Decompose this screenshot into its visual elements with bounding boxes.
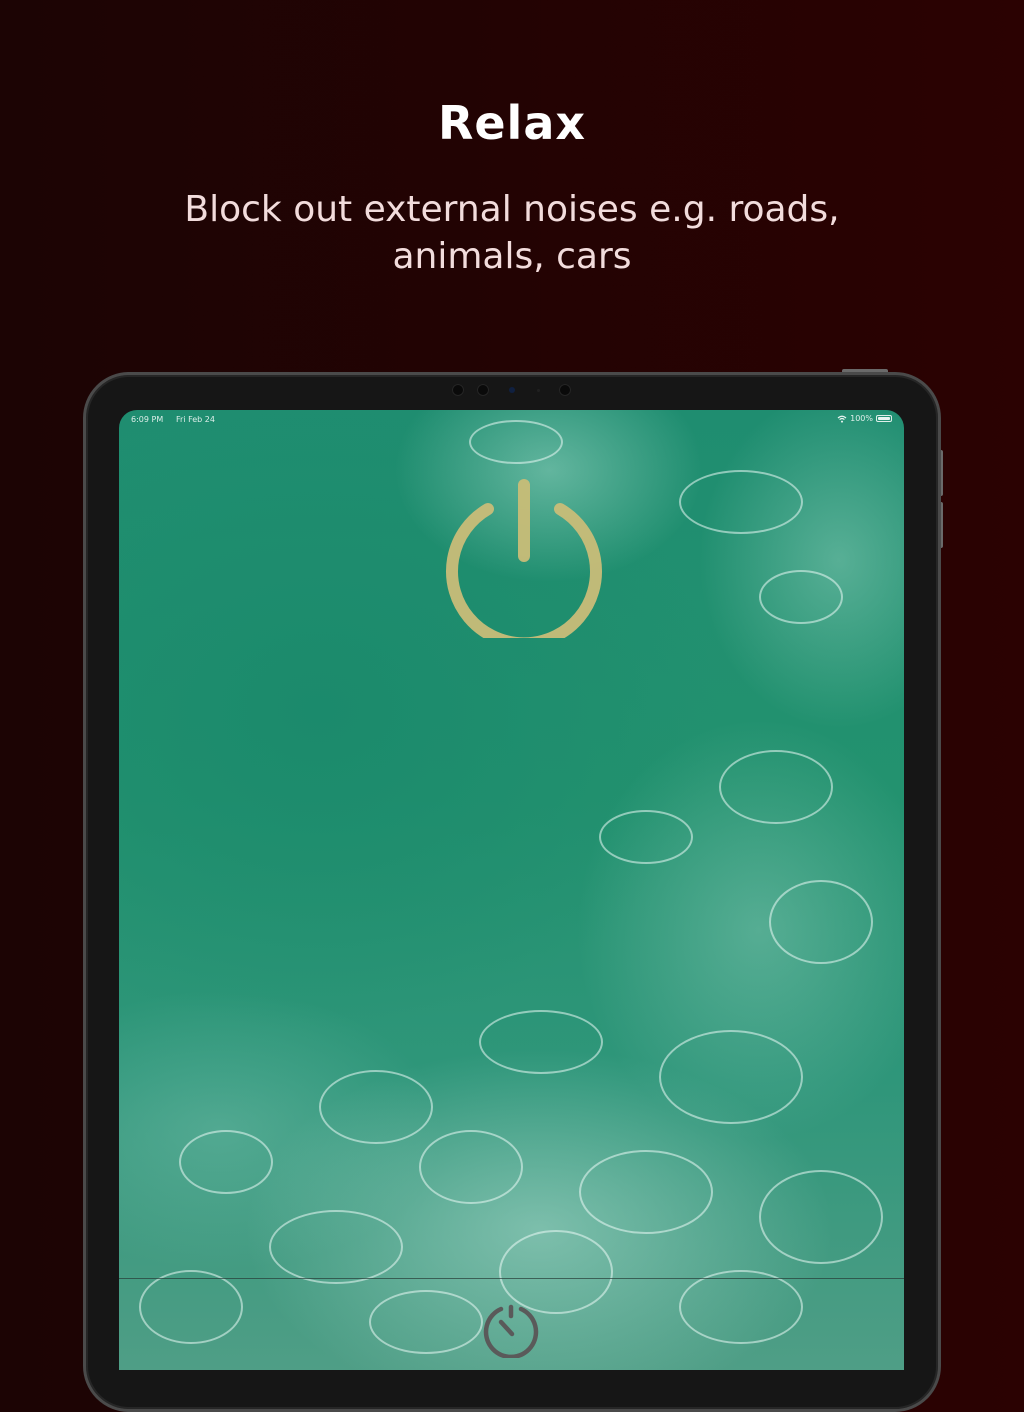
wave-foam <box>179 1130 273 1194</box>
battery-percent: 100% <box>850 414 873 423</box>
power-icon[interactable] <box>444 478 604 638</box>
wave-foam <box>719 750 833 824</box>
bottom-bar-divider <box>119 1278 904 1279</box>
sensor-dot <box>559 384 571 396</box>
wave-foam <box>679 1270 803 1344</box>
wave-foam <box>579 1150 713 1234</box>
wifi-icon <box>837 415 847 423</box>
sensor-dot <box>452 384 464 396</box>
wave-foam <box>269 1210 403 1284</box>
sensor-dot <box>477 384 489 396</box>
status-bar: 6:09 PM Fri Feb 24 100% <box>119 413 904 427</box>
status-right: 100% <box>837 414 892 423</box>
device-screen: 6:09 PM Fri Feb 24 100% <box>119 410 904 1370</box>
sensor-dot <box>537 389 540 392</box>
timer-icon[interactable] <box>481 1298 541 1358</box>
wave-foam <box>319 1070 433 1144</box>
marketing-subtitle: Block out external noises e.g. roads, an… <box>184 189 840 277</box>
wave-foam <box>369 1290 483 1354</box>
camera-bar <box>440 381 590 399</box>
marketing-title: Relax <box>437 96 587 150</box>
status-time: 6:09 PM <box>131 415 164 424</box>
wave-foam <box>419 1130 523 1204</box>
wave-foam <box>659 1030 803 1124</box>
wave-foam <box>139 1270 243 1344</box>
battery-icon <box>876 415 892 422</box>
wave-foam <box>479 1010 603 1074</box>
status-date: Fri Feb 24 <box>176 415 215 424</box>
wave-foam <box>679 470 803 534</box>
wave-foam <box>759 570 843 624</box>
wave-foam <box>769 880 873 964</box>
wave-foam <box>599 810 693 864</box>
wave-foam <box>759 1170 883 1264</box>
camera-lens <box>509 387 515 393</box>
